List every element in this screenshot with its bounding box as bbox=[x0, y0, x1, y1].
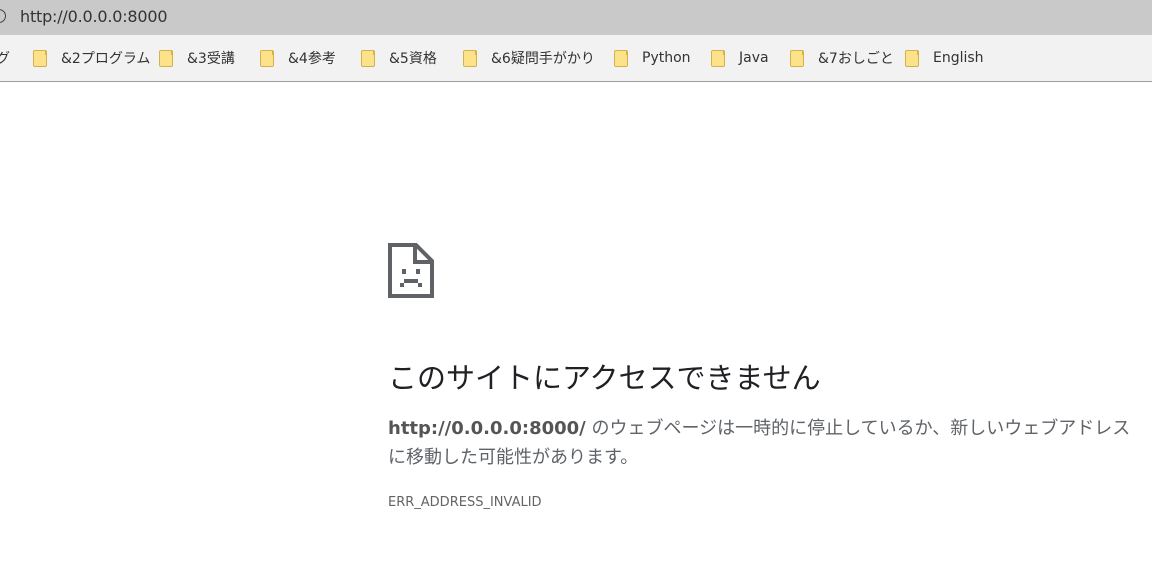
bookmark-folder-reference[interactable]: &4参考 bbox=[260, 48, 336, 68]
bookmarks-bar: グ &2プログラム &3受講 &4参考 &5資格 &6疑問手がかり Python… bbox=[0, 35, 1152, 82]
error-url: http://0.0.0.0:8000/ bbox=[388, 418, 586, 439]
folder-icon bbox=[711, 49, 725, 67]
info-icon[interactable] bbox=[0, 9, 6, 23]
bookmark-folder-java[interactable]: Java bbox=[711, 48, 769, 68]
folder-icon bbox=[614, 49, 628, 67]
bookmark-folder-english[interactable]: English bbox=[905, 48, 984, 68]
bookmark-label: &2プログラム bbox=[61, 51, 151, 67]
bookmark-truncated-label[interactable]: グ bbox=[0, 48, 10, 68]
bookmark-label: &6疑問手がかり bbox=[491, 51, 595, 67]
bookmark-folder-program[interactable]: &2プログラム bbox=[33, 48, 150, 68]
bookmark-folder-work[interactable]: &7おしごと bbox=[790, 48, 894, 68]
folder-icon bbox=[463, 49, 477, 67]
bookmark-label: &3受講 bbox=[187, 51, 235, 67]
folder-icon bbox=[260, 49, 274, 67]
address-bar[interactable]: http://0.0.0.0:8000 bbox=[0, 0, 1152, 35]
sad-page-icon bbox=[388, 243, 434, 298]
folder-icon bbox=[790, 49, 804, 67]
folder-icon bbox=[361, 49, 375, 67]
url-text[interactable]: http://0.0.0.0:8000 bbox=[20, 7, 168, 26]
bookmark-folder-questions[interactable]: &6疑問手がかり bbox=[463, 48, 595, 68]
folder-icon bbox=[905, 49, 919, 67]
bookmark-label: &4参考 bbox=[288, 51, 336, 67]
error-code: ERR_ADDRESS_INVALID bbox=[388, 495, 542, 510]
bookmark-label: Python bbox=[642, 50, 691, 66]
bookmark-label: &5資格 bbox=[389, 51, 437, 67]
bookmark-folder-python[interactable]: Python bbox=[614, 48, 691, 68]
error-title: このサイトにアクセスできません bbox=[388, 361, 821, 395]
folder-icon bbox=[33, 49, 47, 67]
bookmark-folder-qualification[interactable]: &5資格 bbox=[361, 48, 437, 68]
bookmark-label: Java bbox=[739, 50, 769, 66]
bookmark-folder-course[interactable]: &3受講 bbox=[159, 48, 235, 68]
bookmark-label: &7おしごと bbox=[818, 51, 894, 67]
folder-icon bbox=[159, 49, 173, 67]
error-description: http://0.0.0.0:8000/ のウェブページは一時的に停止しているか… bbox=[388, 414, 1138, 472]
bookmark-label: English bbox=[933, 50, 984, 66]
